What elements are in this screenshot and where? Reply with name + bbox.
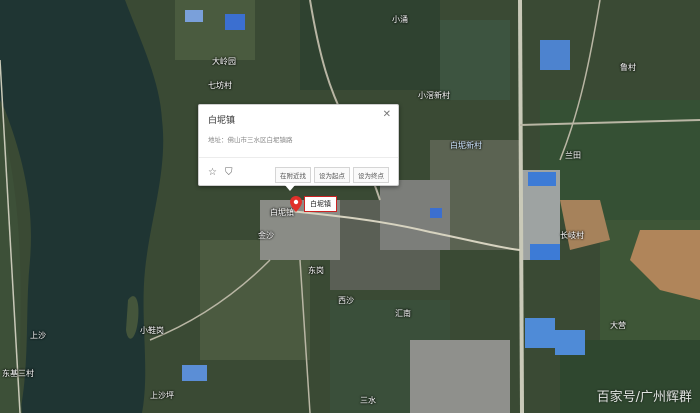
location-pin-icon[interactable] — [290, 196, 302, 212]
map-label: 上沙 — [30, 331, 46, 340]
set-destination-button[interactable]: 设为终点 — [353, 167, 389, 183]
map-label: 白坭新村 — [450, 141, 482, 150]
map-label: 三水 — [360, 396, 376, 405]
map-view[interactable]: 大岭园 七坊村 白坭镇 金沙 东岗 汇南 小涌 小滘新村 三水 兰田 鲁村 大营… — [0, 0, 700, 413]
sign-icon[interactable]: ⛉ — [225, 167, 233, 178]
set-start-button[interactable]: 设为起点 — [314, 167, 350, 183]
map-label: 汇南 — [395, 309, 411, 318]
map-label: 长岐村 — [560, 231, 584, 240]
map-label: 鲁村 — [620, 63, 636, 72]
popup-divider — [199, 157, 398, 158]
map-label: 东岗 — [308, 266, 324, 275]
close-icon[interactable]: ✕ — [383, 109, 391, 120]
info-popup: 白坭镇 ✕ 地址：佛山市三水区白坭镇路 ☆ ⛉ 在附近找 设为起点 设为终点 — [198, 104, 399, 186]
map-label: 西沙 — [338, 296, 354, 305]
popup-actions: 在附近找 设为起点 设为终点 — [275, 167, 389, 183]
map-label: 大营 — [610, 321, 626, 330]
star-icon[interactable]: ☆ — [208, 167, 217, 178]
popup-pointer — [284, 184, 296, 191]
map-label: 七坊村 — [208, 81, 232, 90]
map-label: 上沙坪 — [150, 391, 174, 400]
map-label: 小滘新村 — [418, 91, 450, 100]
map-label: 小鞋岗 — [140, 326, 164, 335]
watermark: 百家号/广州辉群 — [596, 390, 692, 405]
popup-icon-row: ☆ ⛉ — [208, 167, 240, 178]
map-label: 金沙 — [258, 231, 274, 240]
map-label: 大岭园 — [212, 57, 236, 66]
satellite-imagery — [0, 0, 700, 413]
popup-title: 白坭镇 — [208, 116, 236, 126]
map-label: 兰田 — [565, 151, 581, 160]
popup-address: 地址：佛山市三水区白坭镇路 — [208, 136, 293, 144]
marker-label[interactable]: 白坭镇 — [304, 196, 337, 212]
search-nearby-button[interactable]: 在附近找 — [275, 167, 311, 183]
map-label: 东基三村 — [2, 369, 34, 378]
map-label: 小涌 — [392, 15, 408, 24]
